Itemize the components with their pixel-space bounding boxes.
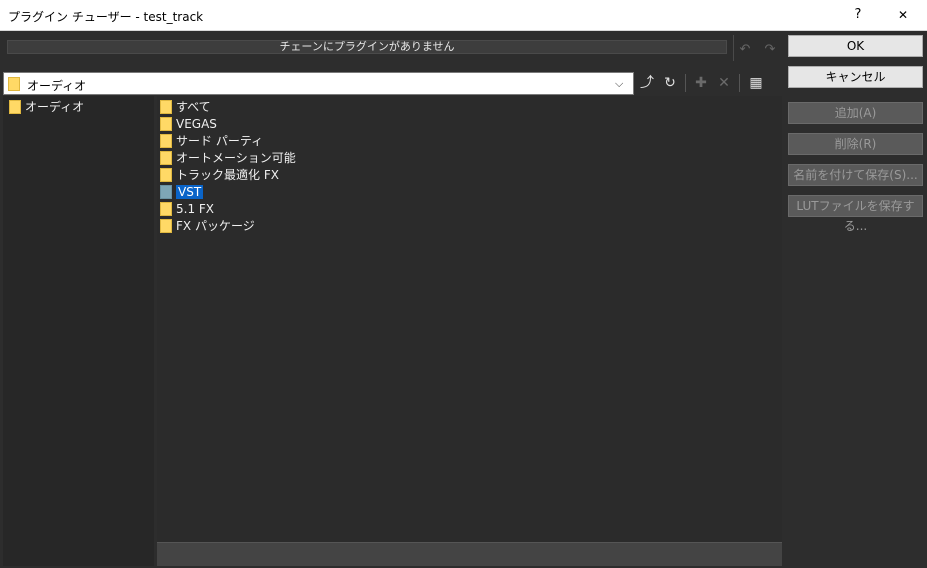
folder-tree-pane[interactable]: オーディオ xyxy=(3,96,154,566)
list-item[interactable]: VEGAS xyxy=(160,115,217,132)
remove-button[interactable]: 削除(R) xyxy=(788,133,923,155)
chevron-down-icon[interactable]: ⌵ xyxy=(615,77,623,91)
folder-icon xyxy=(160,116,172,131)
path-value: オーディオ xyxy=(27,79,87,93)
list-item[interactable]: トラック最適化 FX xyxy=(160,166,279,183)
chain-divider xyxy=(733,35,734,61)
plugin-chain-bar: チェーンにプラグインがありません xyxy=(0,31,784,66)
view-mode-icon[interactable]: ▦ xyxy=(746,72,766,94)
folder-icon xyxy=(160,184,172,199)
list-item-label: すべて xyxy=(176,100,211,114)
folder-icon xyxy=(160,99,172,114)
list-item-label: 5.1 FX xyxy=(176,201,215,216)
tree-item[interactable]: オーディオ xyxy=(9,98,84,115)
plugin-list-pane[interactable]: すべて VEGAS サード パーティ オートメーション可能 トラック最適化 FX… xyxy=(157,96,782,542)
pin-icon[interactable]: ✚ xyxy=(691,72,711,94)
refresh-icon[interactable]: ↻ xyxy=(660,72,680,94)
title-bar: プラグイン チューザー - test_track ? ✕ xyxy=(0,0,927,31)
up-folder-icon[interactable]: ⤴ xyxy=(637,72,657,94)
list-item-label: オートメーション可能 xyxy=(176,151,296,165)
list-item[interactable]: オートメーション可能 xyxy=(160,149,296,166)
toolbar-divider xyxy=(685,74,686,92)
tree-item-label: オーディオ xyxy=(25,100,85,114)
close-button[interactable]: ✕ xyxy=(891,4,915,26)
folder-icon xyxy=(160,218,172,233)
list-item[interactable]: サード パーティ xyxy=(160,132,263,149)
undo-icon[interactable]: ↶ xyxy=(735,40,755,60)
list-item-label: トラック最適化 FX xyxy=(176,168,279,182)
list-item-label: FX パッケージ xyxy=(176,219,255,233)
horizontal-scrollbar[interactable] xyxy=(157,542,782,566)
save-as-button[interactable]: 名前を付けて保存(S)... xyxy=(788,164,923,186)
folder-icon xyxy=(160,150,172,165)
save-lut-button[interactable]: LUTファイルを保存する... xyxy=(788,195,923,233)
add-button[interactable]: 追加(A) xyxy=(788,102,923,124)
chain-status-message: チェーンにプラグインがありません xyxy=(7,40,727,54)
toolbar-divider xyxy=(739,74,740,92)
window-title: プラグイン チューザー - test_track xyxy=(8,10,204,24)
list-item[interactable]: すべて xyxy=(160,98,211,115)
ok-button[interactable]: OK xyxy=(788,35,923,57)
redo-icon[interactable]: ↷ xyxy=(760,40,780,60)
delete-icon[interactable]: ✕ xyxy=(714,72,734,94)
folder-icon xyxy=(160,201,172,216)
list-item-label: サード パーティ xyxy=(176,134,264,148)
list-item-selected[interactable]: VST xyxy=(160,183,204,200)
folder-icon xyxy=(9,99,21,114)
path-dropdown[interactable]: オーディオ ⌵ xyxy=(3,72,634,95)
list-item-label: VST xyxy=(176,184,204,199)
list-item-label: VEGAS xyxy=(176,116,217,131)
cancel-button[interactable]: キャンセル xyxy=(788,66,923,88)
folder-icon xyxy=(160,133,172,148)
list-item[interactable]: FX パッケージ xyxy=(160,217,255,234)
help-button[interactable]: ? xyxy=(846,4,870,26)
folder-icon xyxy=(160,167,172,182)
list-item[interactable]: 5.1 FX xyxy=(160,200,214,217)
folder-icon xyxy=(8,77,20,91)
